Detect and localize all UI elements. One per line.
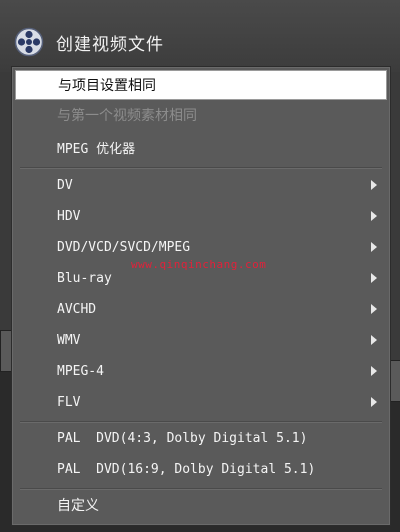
menu-item-wmv[interactable]: WMV [15,327,387,353]
menu-item-label: PAL DVD(16:9, Dolby Digital 5.1) [57,461,316,477]
menu-separator [20,488,382,490]
film-reel-icon [14,27,44,57]
menu-item-label: Blu-ray [57,270,112,286]
menu-item-label: 自定义 [57,498,99,514]
menu-item-label: 与项目设置相同 [58,78,156,94]
menu-item-label: MPEG-4 [57,363,104,379]
header-title-row: 创建视频文件 [14,26,164,58]
submenu-arrow-icon [371,304,377,314]
submenu-arrow-icon [371,366,377,376]
menu-item-mpeg-optimizer[interactable]: MPEG 优化器 [15,134,387,160]
menu-item-pal-dvd-16-9[interactable]: PAL DVD(16:9, Dolby Digital 5.1) [15,456,387,482]
menu-item-label: AVCHD [57,301,97,317]
menu-item-label: MPEG 优化器 [57,141,136,157]
menu-item-label: WMV [57,332,81,348]
menu-item-custom[interactable]: 自定义 [15,492,387,518]
menu-item-label: 与第一个视频素材相同 [57,108,197,124]
menu-item-label: DV [57,177,73,193]
menu-item-flv[interactable]: FLV [15,389,387,415]
submenu-arrow-icon [371,242,377,252]
menu-item-same-as-first-clip: 与第一个视频素材相同 [15,102,387,128]
submenu-arrow-icon [371,335,377,345]
submenu-arrow-icon [371,273,377,283]
menu-item-pal-dvd-4-3[interactable]: PAL DVD(4:3, Dolby Digital 5.1) [15,425,387,451]
menu-item-same-as-project[interactable]: 与项目设置相同 [15,70,387,100]
menu-item-dvd-vcd-svcd-mpeg[interactable]: DVD/VCD/SVCD/MPEG [15,234,387,260]
menu-item-label: DVD/VCD/SVCD/MPEG [57,239,191,255]
menu-separator [20,167,382,169]
menu-item-hdv[interactable]: HDV [15,203,387,229]
menu-item-label: HDV [57,208,81,224]
page-title: 创建视频文件 [56,34,164,55]
menu-separator [20,421,382,423]
menu-item-dv[interactable]: DV [15,172,387,198]
export-format-menu: 与项目设置相同 与第一个视频素材相同 MPEG 优化器 DV HDV DVD/V… [11,66,391,526]
submenu-arrow-icon [371,180,377,190]
watermark-text: www.qinqinchang.com [131,258,267,271]
menu-item-avchd[interactable]: AVCHD [15,296,387,322]
menu-item-label: PAL DVD(4:3, Dolby Digital 5.1) [57,430,308,446]
submenu-arrow-icon [371,397,377,407]
menu-item-mpeg-4[interactable]: MPEG-4 [15,358,387,384]
submenu-arrow-icon [371,211,377,221]
menu-item-label: FLV [57,394,81,410]
app-header: 创建视频文件 [0,0,400,72]
